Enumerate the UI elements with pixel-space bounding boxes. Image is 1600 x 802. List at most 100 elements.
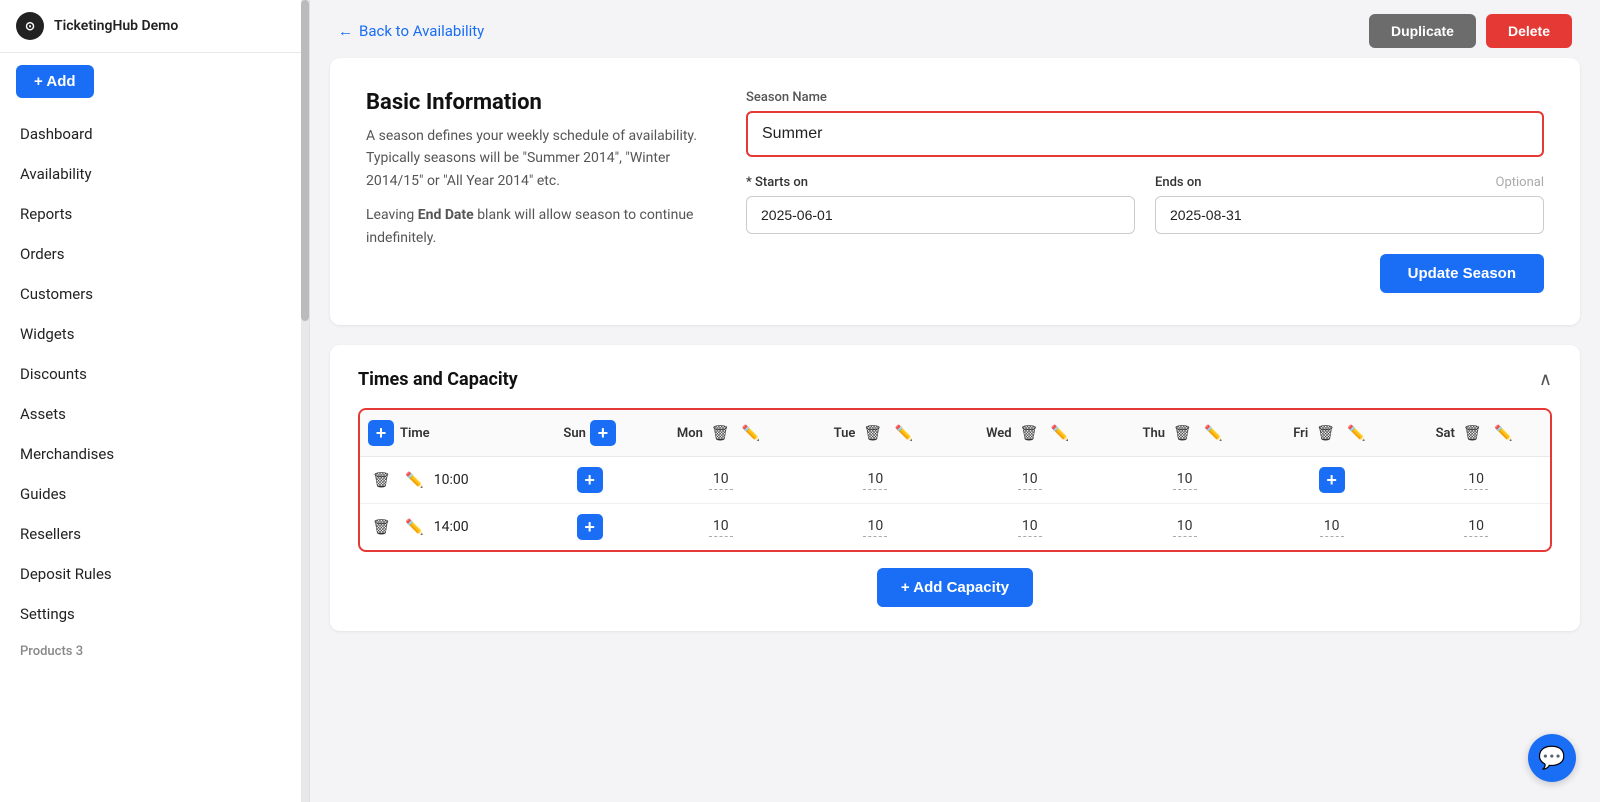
wed-actions: 🗑 ✏️	[1016, 422, 1074, 444]
sidebar-item-guides[interactable]: Guides	[0, 474, 309, 514]
th-wed: Wed 🗑 ✏️	[951, 410, 1108, 457]
delete-1400-button[interactable]: 🗑	[368, 516, 395, 538]
delete-button[interactable]: Delete	[1486, 14, 1572, 48]
td-mon-1000: 10	[642, 457, 800, 504]
ends-on-field: Ends on Optional	[1155, 175, 1544, 234]
basic-info-left: Basic Information A season defines your …	[366, 90, 706, 249]
sidebar-item-merchandises[interactable]: Merchandises	[0, 434, 309, 474]
logo-icon: ⊙	[16, 12, 44, 40]
end-date-note: Leaving End Date blank will allow season…	[366, 204, 706, 249]
add-sun-button[interactable]: +	[590, 420, 616, 446]
sidebar-item-deposit-rules[interactable]: Deposit Rules	[0, 554, 309, 594]
table-row: 🗑 ✏️ 14:00 + 10 10 10	[360, 504, 1550, 550]
back-to-availability-link[interactable]: ← Back to Availability	[338, 22, 484, 40]
basic-info-layout: Basic Information A season defines your …	[366, 90, 1544, 293]
capacity-tue-1400: 10	[863, 518, 887, 537]
thu-label: Thu	[1143, 426, 1166, 441]
sidebar-item-availability[interactable]: Availability	[0, 154, 309, 194]
sat-delete-button[interactable]: 🗑	[1459, 422, 1486, 444]
sidebar-item-dashboard[interactable]: Dashboard	[0, 114, 309, 154]
td-wed-1400: 10	[951, 504, 1108, 550]
time-column-label: Time	[400, 426, 430, 441]
sun-header: Sun +	[546, 420, 634, 446]
chat-bubble[interactable]: 💬	[1528, 734, 1576, 782]
sidebar-scrollbar[interactable]	[301, 0, 309, 802]
add-sun-1000-button[interactable]: +	[577, 467, 603, 493]
top-bar: ← Back to Availability Duplicate Delete	[310, 0, 1600, 58]
sidebar: ⊙ TicketingHub Demo + Add Dashboard Avai…	[0, 0, 310, 802]
tue-edit-button[interactable]: ✏️	[890, 422, 917, 444]
basic-info-title: Basic Information	[366, 90, 706, 115]
season-name-input[interactable]	[746, 111, 1544, 157]
td-sat-1000: 10	[1402, 457, 1550, 504]
starts-on-label-row: * Starts on	[746, 175, 1135, 190]
add-time-button[interactable]: +	[368, 420, 394, 446]
end-date-bold: End Date	[418, 207, 474, 223]
times-capacity-card: Times and Capacity ∧ + Time Sun +	[330, 345, 1580, 631]
add-sun-1400-button[interactable]: +	[577, 514, 603, 540]
mon-delete-button[interactable]: 🗑	[707, 422, 734, 444]
basic-information-card: Basic Information A season defines your …	[330, 58, 1580, 325]
sat-edit-button[interactable]: ✏️	[1490, 422, 1517, 444]
sidebar-item-resellers[interactable]: Resellers	[0, 514, 309, 554]
sidebar-item-reports[interactable]: Reports	[0, 194, 309, 234]
thu-delete-button[interactable]: 🗑	[1169, 422, 1196, 444]
wed-header: Wed 🗑 ✏️	[959, 422, 1100, 444]
basic-info-right: Season Name * Starts on Ends on Optional	[746, 90, 1544, 293]
edit-1400-button[interactable]: ✏️	[401, 516, 428, 538]
ends-on-input[interactable]	[1155, 196, 1544, 234]
sidebar-header: ⊙ TicketingHub Demo	[0, 0, 309, 53]
td-time-1400: 🗑 ✏️ 14:00	[360, 504, 538, 550]
capacity-tue-1000: 10	[863, 471, 887, 490]
th-time: + Time	[360, 410, 538, 457]
thu-edit-button[interactable]: ✏️	[1200, 422, 1227, 444]
delete-1000-button[interactable]: 🗑	[368, 469, 395, 491]
td-sun-1000: +	[538, 457, 642, 504]
products-section: Products 3	[0, 634, 309, 665]
add-capacity-button[interactable]: + Add Capacity	[877, 568, 1033, 607]
ends-on-label-row: Ends on Optional	[1155, 175, 1544, 190]
sidebar-item-customers[interactable]: Customers	[0, 274, 309, 314]
sidebar-nav: Dashboard Availability Reports Orders Cu…	[0, 110, 309, 802]
table-header-row: + Time Sun + Mon	[360, 410, 1550, 457]
fri-edit-button[interactable]: ✏️	[1343, 422, 1370, 444]
sidebar-item-widgets[interactable]: Widgets	[0, 314, 309, 354]
ends-on-optional: Optional	[1496, 175, 1544, 190]
scrollbar-thumb	[301, 0, 309, 321]
starts-on-input[interactable]	[746, 196, 1135, 234]
sidebar-item-discounts[interactable]: Discounts	[0, 354, 309, 394]
sun-label: Sun	[563, 426, 585, 441]
mon-edit-button[interactable]: ✏️	[738, 422, 765, 444]
th-sun: Sun +	[538, 410, 642, 457]
th-fri: Fri 🗑 ✏️	[1261, 410, 1402, 457]
duplicate-button[interactable]: Duplicate	[1369, 14, 1476, 48]
collapse-icon[interactable]: ∧	[1539, 369, 1552, 390]
edit-1000-button[interactable]: ✏️	[401, 469, 428, 491]
time-value-1000: 10:00	[434, 472, 469, 488]
update-season-button[interactable]: Update Season	[1380, 254, 1544, 293]
capacity-thu-1400: 10	[1173, 518, 1197, 537]
chat-icon: 💬	[1538, 746, 1565, 771]
sidebar-item-orders[interactable]: Orders	[0, 234, 309, 274]
add-button[interactable]: + Add	[16, 65, 94, 98]
wed-delete-button[interactable]: 🗑	[1016, 422, 1043, 444]
add-fri-1000-button[interactable]: +	[1319, 467, 1345, 493]
fri-delete-button[interactable]: 🗑	[1312, 422, 1339, 444]
tue-delete-button[interactable]: 🗑	[859, 422, 886, 444]
td-fri-1000: +	[1261, 457, 1402, 504]
wed-edit-button[interactable]: ✏️	[1047, 422, 1074, 444]
sidebar-item-settings[interactable]: Settings	[0, 594, 309, 634]
th-sat: Sat 🗑 ✏️	[1402, 410, 1550, 457]
top-actions: Duplicate Delete	[1369, 14, 1572, 48]
mon-header: Mon 🗑 ✏️	[650, 422, 792, 444]
th-mon: Mon 🗑 ✏️	[642, 410, 800, 457]
sidebar-item-assets[interactable]: Assets	[0, 394, 309, 434]
td-tue-1400: 10	[800, 504, 951, 550]
td-sun-1400: +	[538, 504, 642, 550]
back-arrow-icon: ←	[338, 22, 353, 40]
thu-actions: 🗑 ✏️	[1169, 422, 1227, 444]
times-header: Times and Capacity ∧	[358, 369, 1552, 390]
mon-actions: 🗑 ✏️	[707, 422, 765, 444]
starts-on-field: * Starts on	[746, 175, 1135, 234]
td-fri-1400: 10	[1261, 504, 1402, 550]
